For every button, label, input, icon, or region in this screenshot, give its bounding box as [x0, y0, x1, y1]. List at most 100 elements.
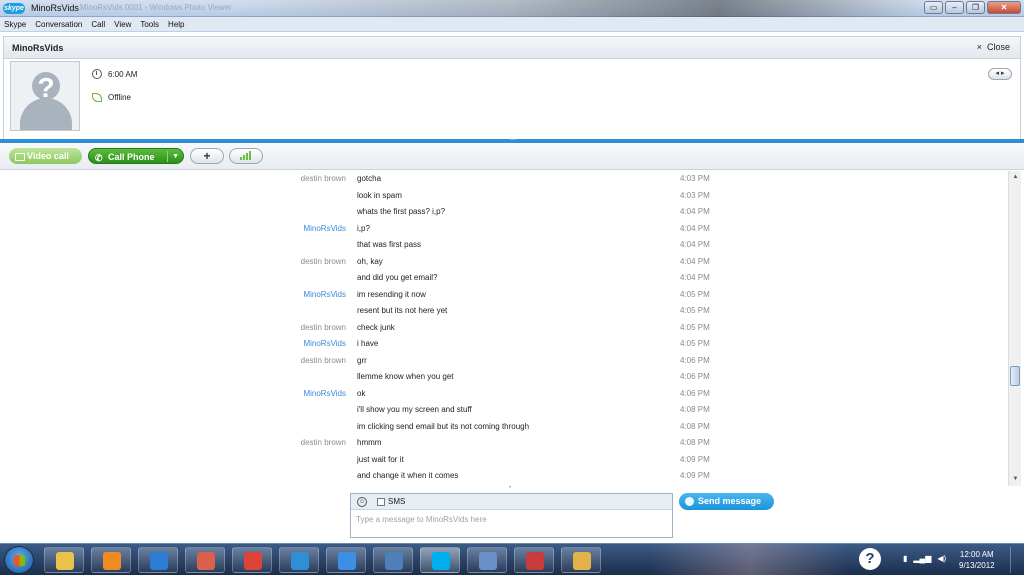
message-sender[interactable]: destin brown [301, 323, 346, 332]
menu-help[interactable]: Help [168, 20, 184, 29]
emoticon-icon[interactable]: ☺ [357, 497, 367, 507]
taskbar-app-itunes[interactable] [326, 547, 366, 573]
message-text: and did you get email? [357, 273, 438, 282]
button-separator [167, 151, 168, 162]
desktop-icon [385, 552, 403, 570]
message-text: llemme know when you get [357, 372, 454, 381]
message-timestamp: 4:08 PM [680, 405, 710, 414]
message-sender[interactable]: destin brown [301, 438, 346, 447]
close-conversation-button[interactable]: × Close [977, 42, 1010, 52]
show-desktop-button[interactable] [1010, 547, 1020, 573]
paint-icon [197, 552, 215, 570]
message-timestamp: 4:06 PM [680, 388, 710, 398]
explorer-icon [56, 552, 74, 570]
add-people-button[interactable]: + [190, 148, 224, 164]
chat-history[interactable]: destin brown gotcha 4:03 PM look in spam 4:0… [0, 171, 1008, 486]
chat-message: MinoRsVids ok 4:06 PM [0, 386, 1008, 403]
message-sender[interactable]: MinoRsVids [303, 389, 346, 398]
message-text: im resending it now [357, 289, 426, 299]
close-label: Close [986, 42, 1010, 52]
chat-message: and did you get email? 4:04 PM [0, 270, 1008, 287]
menu-tools[interactable]: Tools [140, 20, 159, 29]
message-text: hmmm [357, 438, 382, 447]
compose-resize-grip-icon[interactable]: • [509, 485, 511, 491]
window-close-button[interactable]: ✕ [987, 1, 1021, 14]
message-timestamp: 4:03 PM [680, 190, 710, 200]
taskbar-app-chrome[interactable] [232, 547, 272, 573]
chat-message: that was first pass 4:04 PM [0, 237, 1008, 254]
message-sender[interactable]: MinoRsVids [303, 224, 346, 233]
status-row: Offline [92, 93, 131, 102]
message-timestamp: 4:06 PM [680, 355, 710, 365]
message-input-placeholder[interactable]: Type a message to MinoRsVids here [356, 515, 487, 524]
help-icon[interactable]: ? [859, 548, 881, 570]
message-sender[interactable]: destin brown [301, 174, 346, 183]
taskbar-app-media-player[interactable] [91, 547, 131, 573]
volume-icon[interactable]: ◀) [937, 554, 946, 563]
message-timestamp: 4:09 PM [680, 471, 710, 480]
call-phone-label: Call Phone [108, 152, 155, 162]
taskbar-app-media[interactable] [514, 547, 554, 573]
photo-viewer-icon [150, 552, 168, 570]
taskbar-clock[interactable]: 12:00 AM 9/13/2012 [959, 549, 995, 571]
send-message-button[interactable]: Send message [679, 493, 774, 510]
signal-bar [243, 155, 245, 160]
maximize-button[interactable]: ❐ [966, 1, 985, 14]
signal-bar [240, 157, 242, 160]
taskbar-app-skype[interactable] [420, 547, 460, 573]
video-call-button[interactable]: Video call [9, 148, 82, 164]
start-button[interactable] [4, 546, 34, 574]
quicktime-icon [479, 552, 497, 570]
message-timestamp: 4:05 PM [680, 322, 710, 332]
message-sender[interactable]: MinoRsVids [303, 339, 346, 348]
taskbar-app-paint[interactable] [185, 547, 225, 573]
phone-icon: ✆ [95, 153, 103, 163]
call-toolbar: Video call ✆ Call Phone ▼ + [0, 143, 1024, 170]
taskbar-backdrop [650, 544, 850, 575]
message-text: check junk [357, 322, 395, 332]
chevron-down-icon[interactable]: ▼ [172, 149, 179, 165]
scroll-up-icon[interactable]: ▲ [1010, 172, 1021, 183]
chat-message: look in spam 4:03 PM [0, 188, 1008, 205]
taskbar-app-quicktime[interactable] [467, 547, 507, 573]
message-text: i'll show you my screen and stuff [357, 405, 472, 414]
message-text: grr [357, 355, 367, 365]
scroll-thumb[interactable] [1010, 366, 1020, 386]
chat-message: destin brown grr 4:06 PM [0, 353, 1008, 370]
chat-message: destin brown check junk 4:05 PM [0, 320, 1008, 337]
message-sender[interactable]: destin brown [301, 356, 346, 365]
chat-message: resent but its not here yet 4:05 PM [0, 303, 1008, 320]
menu-conversation[interactable]: Conversation [35, 20, 82, 29]
call-quality-button[interactable] [229, 148, 263, 164]
taskbar-app-photo-viewer[interactable] [138, 547, 178, 573]
message-sender[interactable]: destin brown [301, 257, 346, 266]
network-signal-icon[interactable]: ▂▄▆ [913, 554, 931, 563]
message-sender[interactable]: MinoRsVids [303, 290, 346, 299]
clock-icon [92, 69, 102, 79]
chat-message: im clicking send email but its not comin… [0, 419, 1008, 436]
call-phone-button[interactable]: ✆ Call Phone ▼ [88, 148, 184, 164]
skype-logo: skype [3, 3, 25, 14]
scroll-down-icon[interactable]: ▼ [1010, 474, 1021, 485]
window-controls: ▭ – ❐ ✕ [924, 1, 1021, 14]
chat-scrollbar[interactable]: ▲ ▼ [1008, 171, 1021, 486]
sms-checkbox[interactable] [377, 498, 385, 506]
menu-view[interactable]: View [114, 20, 131, 29]
message-input-box[interactable]: ☺ SMS Type a message to MinoRsVids here [350, 493, 673, 538]
compact-view-button[interactable]: ▭ [924, 1, 943, 14]
power-icon[interactable]: ▮ [903, 554, 907, 563]
taskbar-app-paint-tool[interactable] [561, 547, 601, 573]
menu-bar: Skype Conversation Call View Tools Help [0, 17, 1024, 32]
avatar[interactable]: ? [10, 61, 80, 131]
title-bar: skype MinoRsVids MinoRsVids 0001 - Windo… [0, 0, 1024, 17]
minimize-button[interactable]: – [945, 1, 964, 14]
menu-call[interactable]: Call [91, 20, 105, 29]
message-text: whats the first pass? i,p? [357, 207, 446, 216]
taskbar-app-desktop[interactable] [373, 547, 413, 573]
taskbar-app-hp[interactable] [279, 547, 319, 573]
message-timestamp: 4:03 PM [680, 174, 710, 183]
chat-message: and change it when it comes 4:09 PM [0, 468, 1008, 485]
taskbar-app-explorer[interactable] [44, 547, 84, 573]
profile-nav-arrows[interactable]: ◂ ▸ [988, 68, 1012, 80]
menu-skype[interactable]: Skype [4, 20, 26, 29]
